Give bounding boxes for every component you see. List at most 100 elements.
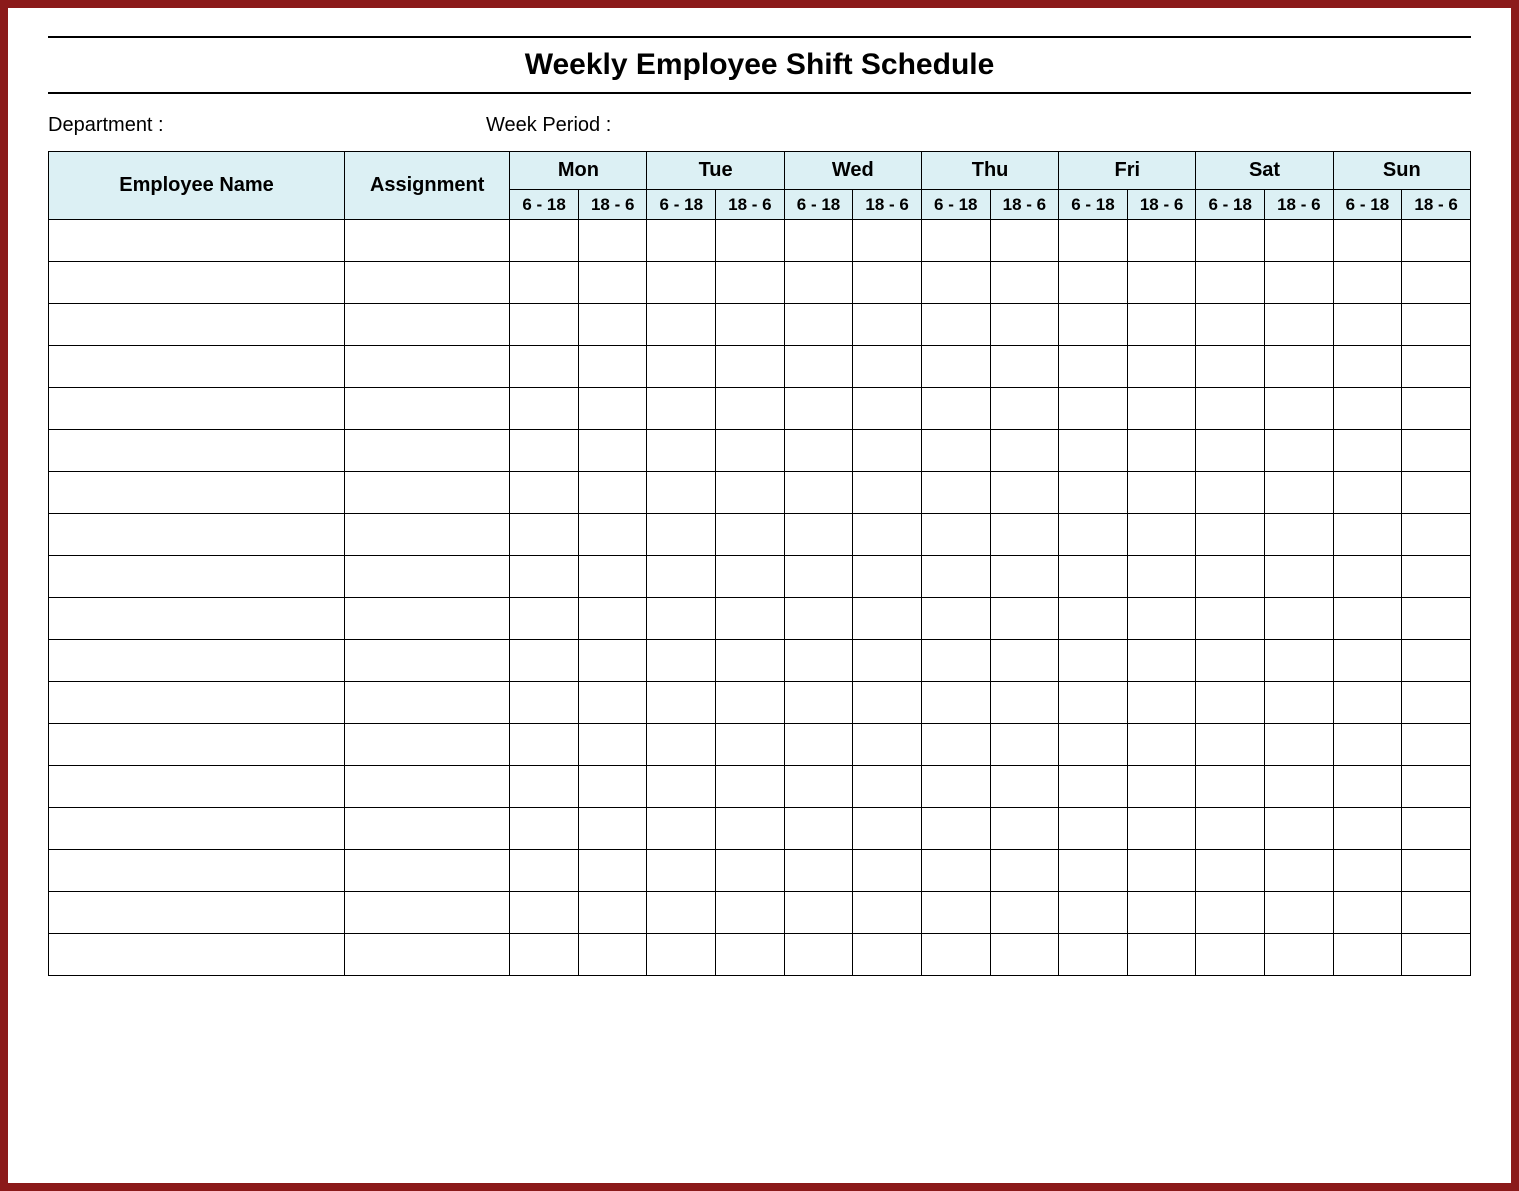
table-cell[interactable] (49, 682, 345, 724)
table-cell[interactable] (921, 346, 990, 388)
table-cell[interactable] (578, 346, 647, 388)
table-cell[interactable] (990, 556, 1059, 598)
table-cell[interactable] (921, 766, 990, 808)
table-cell[interactable] (990, 472, 1059, 514)
table-cell[interactable] (510, 430, 579, 472)
table-cell[interactable] (647, 304, 716, 346)
table-cell[interactable] (1333, 934, 1402, 976)
table-cell[interactable] (1127, 724, 1196, 766)
table-cell[interactable] (853, 850, 922, 892)
table-cell[interactable] (1059, 892, 1128, 934)
table-cell[interactable] (990, 892, 1059, 934)
table-cell[interactable] (1333, 892, 1402, 934)
table-cell[interactable] (1059, 934, 1128, 976)
table-cell[interactable] (647, 640, 716, 682)
table-cell[interactable] (1196, 346, 1265, 388)
table-cell[interactable] (1265, 220, 1334, 262)
table-cell[interactable] (1127, 934, 1196, 976)
table-cell[interactable] (578, 598, 647, 640)
table-cell[interactable] (1059, 388, 1128, 430)
table-cell[interactable] (510, 220, 579, 262)
table-cell[interactable] (49, 598, 345, 640)
table-cell[interactable] (1402, 724, 1471, 766)
table-cell[interactable] (345, 850, 510, 892)
table-cell[interactable] (1127, 430, 1196, 472)
table-cell[interactable] (510, 556, 579, 598)
table-cell[interactable] (49, 262, 345, 304)
table-cell[interactable] (784, 598, 853, 640)
table-cell[interactable] (921, 934, 990, 976)
table-cell[interactable] (647, 850, 716, 892)
table-cell[interactable] (1265, 934, 1334, 976)
table-cell[interactable] (1059, 598, 1128, 640)
table-cell[interactable] (784, 472, 853, 514)
table-cell[interactable] (990, 766, 1059, 808)
table-cell[interactable] (1402, 892, 1471, 934)
table-cell[interactable] (1265, 892, 1334, 934)
table-cell[interactable] (716, 808, 785, 850)
table-cell[interactable] (1127, 388, 1196, 430)
table-cell[interactable] (647, 766, 716, 808)
table-cell[interactable] (647, 892, 716, 934)
table-cell[interactable] (578, 682, 647, 724)
table-cell[interactable] (345, 514, 510, 556)
table-cell[interactable] (1059, 430, 1128, 472)
table-cell[interactable] (1265, 388, 1334, 430)
table-cell[interactable] (647, 556, 716, 598)
table-cell[interactable] (1127, 808, 1196, 850)
table-cell[interactable] (647, 514, 716, 556)
table-cell[interactable] (1402, 766, 1471, 808)
table-cell[interactable] (1402, 808, 1471, 850)
table-cell[interactable] (1265, 682, 1334, 724)
table-cell[interactable] (990, 682, 1059, 724)
table-cell[interactable] (853, 766, 922, 808)
table-cell[interactable] (990, 598, 1059, 640)
table-cell[interactable] (510, 808, 579, 850)
table-cell[interactable] (990, 808, 1059, 850)
table-cell[interactable] (1196, 598, 1265, 640)
table-cell[interactable] (345, 808, 510, 850)
table-cell[interactable] (716, 514, 785, 556)
table-cell[interactable] (716, 388, 785, 430)
table-cell[interactable] (784, 304, 853, 346)
table-cell[interactable] (345, 388, 510, 430)
table-cell[interactable] (1333, 640, 1402, 682)
table-cell[interactable] (716, 430, 785, 472)
table-cell[interactable] (1196, 220, 1265, 262)
table-cell[interactable] (1059, 766, 1128, 808)
table-cell[interactable] (647, 346, 716, 388)
table-cell[interactable] (1127, 598, 1196, 640)
table-cell[interactable] (1402, 346, 1471, 388)
table-cell[interactable] (1127, 346, 1196, 388)
table-cell[interactable] (578, 808, 647, 850)
table-cell[interactable] (716, 556, 785, 598)
table-cell[interactable] (921, 724, 990, 766)
table-cell[interactable] (784, 682, 853, 724)
table-cell[interactable] (345, 934, 510, 976)
table-cell[interactable] (716, 850, 785, 892)
table-cell[interactable] (921, 892, 990, 934)
table-cell[interactable] (1196, 850, 1265, 892)
table-cell[interactable] (1265, 724, 1334, 766)
table-cell[interactable] (784, 766, 853, 808)
table-cell[interactable] (578, 850, 647, 892)
table-cell[interactable] (1402, 934, 1471, 976)
table-cell[interactable] (49, 766, 345, 808)
table-cell[interactable] (1402, 388, 1471, 430)
table-cell[interactable] (345, 766, 510, 808)
table-cell[interactable] (510, 598, 579, 640)
table-cell[interactable] (990, 430, 1059, 472)
table-cell[interactable] (49, 808, 345, 850)
table-cell[interactable] (1059, 556, 1128, 598)
table-cell[interactable] (49, 640, 345, 682)
table-cell[interactable] (1196, 556, 1265, 598)
table-cell[interactable] (990, 388, 1059, 430)
table-cell[interactable] (345, 724, 510, 766)
table-cell[interactable] (1333, 430, 1402, 472)
table-cell[interactable] (990, 262, 1059, 304)
table-cell[interactable] (784, 514, 853, 556)
table-cell[interactable] (647, 682, 716, 724)
table-cell[interactable] (716, 262, 785, 304)
table-cell[interactable] (853, 724, 922, 766)
table-cell[interactable] (990, 724, 1059, 766)
